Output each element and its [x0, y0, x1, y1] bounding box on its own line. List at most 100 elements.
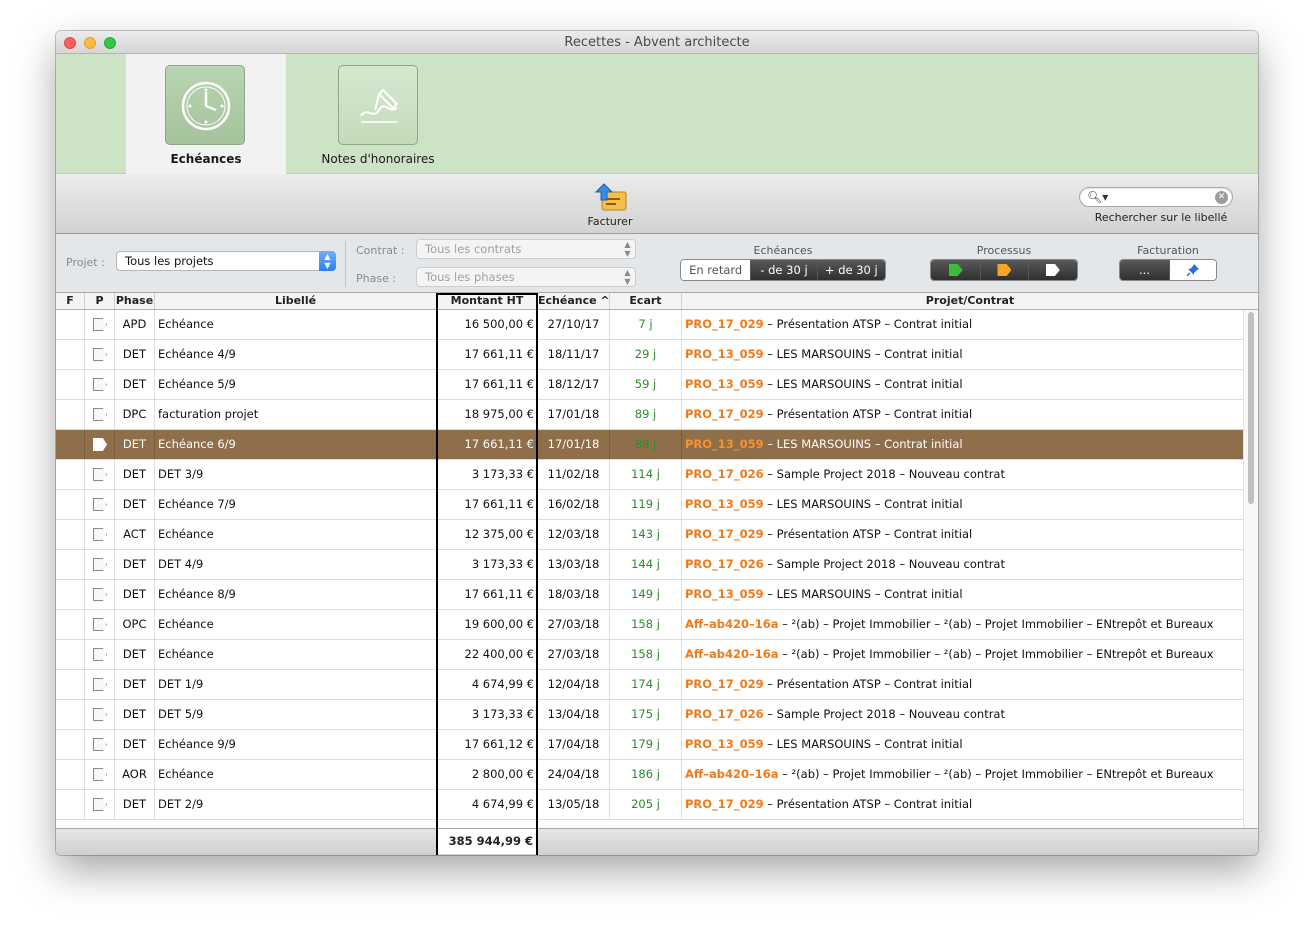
facture-flag-cell[interactable]: [56, 460, 85, 489]
project-code-link[interactable]: PRO_13_059: [685, 347, 764, 361]
process-tag-icon[interactable]: [93, 738, 107, 751]
process-tag-icon[interactable]: [93, 528, 107, 541]
process-tag-icon[interactable]: [93, 798, 107, 811]
vertical-scrollbar[interactable]: [1243, 310, 1258, 828]
column-header-echeance[interactable]: Echéance ^: [538, 293, 610, 309]
facture-flag-cell[interactable]: [56, 700, 85, 729]
facture-flag-cell[interactable]: [56, 310, 85, 339]
process-tag-icon[interactable]: [93, 498, 107, 511]
column-header-libelle[interactable]: Libellé: [155, 293, 437, 309]
table-row[interactable]: DET DET 3/9 3 173,33 €11/02/18 114 j PRO_17_…: [56, 460, 1243, 490]
process-cell[interactable]: [85, 610, 115, 639]
table-row[interactable]: DET Echéance 8/9 17 661,11 €18/03/18 149 jP…: [56, 580, 1243, 610]
process-cell[interactable]: [85, 790, 115, 819]
project-code-link[interactable]: PRO_13_059: [685, 737, 764, 751]
project-code-link[interactable]: PRO_17_026: [685, 467, 764, 481]
facturation-dots-button[interactable]: ...: [1120, 260, 1169, 280]
column-header-projet-contrat[interactable]: Projet/Contrat: [682, 293, 1258, 309]
facture-flag-cell[interactable]: [56, 550, 85, 579]
table-row[interactable]: DET Echéance 7/9 17 661,11 €16/02/18 119 jP…: [56, 490, 1243, 520]
process-tag-icon[interactable]: [93, 348, 107, 361]
facturation-pin-button[interactable]: [1168, 260, 1216, 280]
process-cell[interactable]: [85, 760, 115, 789]
facture-flag-cell[interactable]: [56, 430, 85, 459]
process-tag-icon[interactable]: [93, 318, 107, 331]
facturer-button[interactable]: [594, 182, 630, 212]
echeances-en-retard-button[interactable]: En retard: [681, 260, 751, 280]
table-row[interactable]: DET DET 5/9 3 173,33 €13/04/18 175 j PRO_17_…: [56, 700, 1243, 730]
facture-flag-cell[interactable]: [56, 340, 85, 369]
phase-select[interactable]: Tous les phases ▲ ▼: [416, 267, 636, 287]
process-cell[interactable]: [85, 700, 115, 729]
tab-notes-honoraires[interactable]: [338, 65, 418, 145]
process-tag-icon[interactable]: [93, 678, 107, 691]
echeances-plus-30j-button[interactable]: + de 30 j: [816, 260, 885, 280]
processus-green-button[interactable]: [931, 260, 981, 280]
project-code-link[interactable]: PRO_17_026: [685, 557, 764, 571]
process-tag-icon[interactable]: [93, 708, 107, 721]
tab-notes-honoraires-label[interactable]: Notes d'honoraires: [308, 152, 448, 166]
table-row[interactable]: DET Echéance 22 400,00 €27/03/18 158 j Aff–a…: [56, 640, 1243, 670]
project-code-link[interactable]: Aff–ab420–16a: [685, 767, 778, 781]
table-row[interactable]: DET DET 2/9 4 674,99 €13/05/18 205 j PRO_17_…: [56, 790, 1243, 820]
process-tag-icon[interactable]: [93, 378, 107, 391]
echeances-moins-30j-button[interactable]: - de 30 j: [750, 260, 817, 280]
table-row[interactable]: AOR Echéance 2 800,00 €24/04/18 186 j Aff–ab…: [56, 760, 1243, 790]
facture-flag-cell[interactable]: [56, 640, 85, 669]
facture-flag-cell[interactable]: [56, 490, 85, 519]
process-tag-icon[interactable]: [93, 408, 107, 421]
column-header-ecart[interactable]: Ecart: [610, 293, 682, 309]
facture-flag-cell[interactable]: [56, 790, 85, 819]
table-row[interactable]: DET Echéance 9/9 17 661,12 €17/04/18 179 jP…: [56, 730, 1243, 760]
facture-flag-cell[interactable]: [56, 670, 85, 699]
project-code-link[interactable]: PRO_17_029: [685, 677, 764, 691]
table-row[interactable]: DPC facturation projet 18 975,00 €17/01/18…: [56, 400, 1243, 430]
project-code-link[interactable]: PRO_13_059: [685, 377, 764, 391]
process-cell[interactable]: [85, 730, 115, 759]
process-tag-icon[interactable]: [93, 438, 107, 451]
project-code-link[interactable]: PRO_13_059: [685, 497, 764, 511]
table-row[interactable]: DET Echéance 4/9 17 661,11 €18/11/17 29 j PR…: [56, 340, 1243, 370]
table-row[interactable]: OPC Echéance 19 600,00 €27/03/18 158 j Aff–a…: [56, 610, 1243, 640]
tab-echeances-label[interactable]: Echéances: [126, 152, 286, 166]
table-row[interactable]: DET DET 4/9 3 173,33 €13/03/18 144 j PRO_17_…: [56, 550, 1243, 580]
process-cell[interactable]: [85, 550, 115, 579]
process-cell[interactable]: [85, 400, 115, 429]
process-tag-icon[interactable]: [93, 558, 107, 571]
column-header-p[interactable]: P: [85, 293, 115, 309]
scrollbar-thumb[interactable]: [1248, 312, 1254, 504]
processus-orange-button[interactable]: [980, 260, 1028, 280]
process-cell[interactable]: [85, 370, 115, 399]
process-cell[interactable]: [85, 430, 115, 459]
process-cell[interactable]: [85, 490, 115, 519]
process-tag-icon[interactable]: [93, 648, 107, 661]
tab-echeances[interactable]: [165, 65, 245, 145]
project-code-link[interactable]: Aff–ab420–16a: [685, 617, 778, 631]
facture-flag-cell[interactable]: [56, 400, 85, 429]
column-header-f[interactable]: F: [56, 293, 85, 309]
facture-flag-cell[interactable]: [56, 760, 85, 789]
facture-flag-cell[interactable]: [56, 580, 85, 609]
table-row[interactable]: DET Echéance 6/9 17 661,11 €17/01/18 89 j PR…: [56, 430, 1243, 460]
facturer-label[interactable]: Facturer: [570, 215, 650, 228]
process-tag-icon[interactable]: [93, 588, 107, 601]
process-cell[interactable]: [85, 670, 115, 699]
projet-select[interactable]: Tous les projets ▲ ▼: [116, 251, 336, 271]
process-cell[interactable]: [85, 520, 115, 549]
process-tag-icon[interactable]: [93, 618, 107, 631]
facture-flag-cell[interactable]: [56, 520, 85, 549]
table-row[interactable]: ACT Echéance 12 375,00 €12/03/18 143 j PRO_1…: [56, 520, 1243, 550]
project-code-link[interactable]: PRO_17_029: [685, 797, 764, 811]
table-row[interactable]: DET DET 1/9 4 674,99 €12/04/18 174 j PRO_17_…: [56, 670, 1243, 700]
facture-flag-cell[interactable]: [56, 730, 85, 759]
project-code-link[interactable]: PRO_17_029: [685, 407, 764, 421]
process-cell[interactable]: [85, 580, 115, 609]
process-cell[interactable]: [85, 340, 115, 369]
project-code-link[interactable]: PRO_17_026: [685, 707, 764, 721]
column-header-montant-ht[interactable]: Montant HT: [437, 293, 538, 309]
process-cell[interactable]: [85, 640, 115, 669]
project-code-link[interactable]: PRO_17_029: [685, 317, 764, 331]
search-clear-icon[interactable]: ✕: [1215, 191, 1228, 204]
process-cell[interactable]: [85, 460, 115, 489]
facture-flag-cell[interactable]: [56, 610, 85, 639]
